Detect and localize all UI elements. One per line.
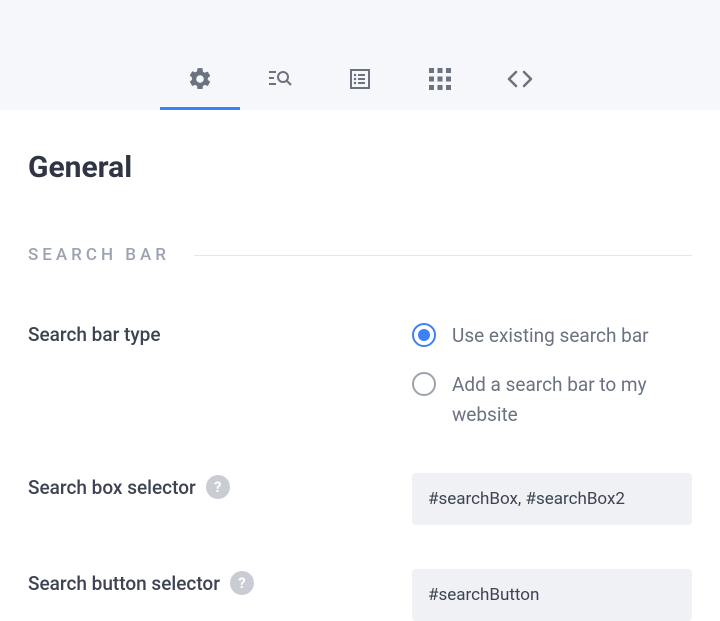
label-search-button-selector: Search button selector ? [28,569,412,595]
label-search-bar-type: Search bar type [28,321,412,346]
radio-indicator [412,323,436,347]
help-icon[interactable]: ? [206,475,230,499]
page-title: General [28,150,692,185]
radio-label: Add a search bar to my website [452,370,692,429]
grid-icon [429,68,451,90]
tab-form[interactable] [320,50,400,110]
section-label: SEARCH BAR [28,245,170,265]
tab-grid[interactable] [400,50,480,110]
section-divider [194,255,692,256]
label-text: Search box selector [28,476,196,499]
row-search-bar-type: Search bar type Use existing search bar … [28,321,692,429]
search-list-icon [267,67,293,91]
code-icon [506,69,534,89]
tab-code[interactable] [480,50,560,110]
search-box-selector-input[interactable] [412,473,692,525]
radio-indicator [412,372,436,396]
tab-general[interactable] [160,50,240,110]
form-icon [348,67,372,91]
radio-label: Use existing search bar [452,321,649,350]
content-area: General SEARCH BAR Search bar type Use e… [0,110,720,621]
radio-group-search-bar-type: Use existing search bar Add a search bar… [412,321,692,429]
tab-bar [0,0,720,110]
tab-search[interactable] [240,50,320,110]
row-search-box-selector: Search box selector ? [28,473,692,525]
gear-icon [187,66,213,92]
radio-add-search-bar[interactable]: Add a search bar to my website [412,370,692,429]
help-icon[interactable]: ? [230,571,254,595]
section-header-search-bar: SEARCH BAR [28,245,692,265]
radio-use-existing[interactable]: Use existing search bar [412,321,692,350]
label-search-box-selector: Search box selector ? [28,473,412,499]
row-search-button-selector: Search button selector ? [28,569,692,621]
label-text: Search button selector [28,572,220,595]
search-button-selector-input[interactable] [412,569,692,621]
